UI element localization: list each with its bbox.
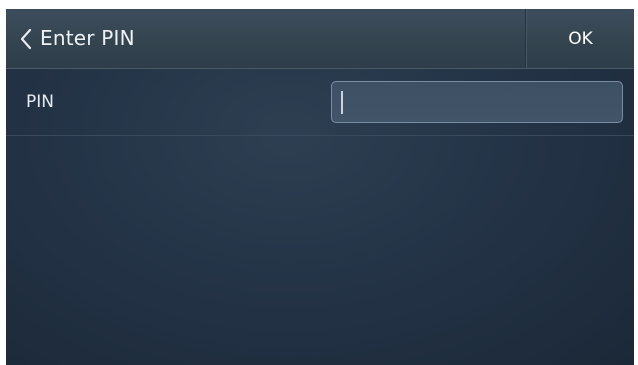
page-title: Enter PIN <box>40 26 135 50</box>
header-divider <box>525 9 526 68</box>
pin-row: PIN <box>6 69 634 136</box>
ok-button[interactable]: OK <box>527 9 634 68</box>
pin-label: PIN <box>26 92 54 112</box>
text-caret <box>341 91 343 114</box>
pin-input[interactable] <box>331 81 623 123</box>
chevron-left-icon[interactable] <box>18 28 34 50</box>
back-button[interactable]: Enter PIN <box>6 9 206 68</box>
header-bar: Enter PIN OK <box>6 9 634 69</box>
pin-entry-screen: Enter PIN OK PIN <box>6 9 634 365</box>
